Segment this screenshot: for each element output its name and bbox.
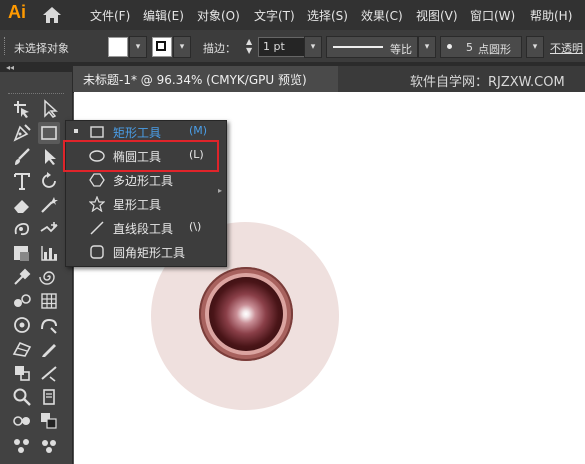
fill-stroke-swap-icon[interactable] <box>11 410 33 432</box>
flyout-shortcut: (M) <box>189 124 208 137</box>
flyout-item-rounded-rectangle[interactable]: 圆角矩形工具 <box>65 240 225 263</box>
menu-help[interactable]: 帮助(H) <box>530 7 572 24</box>
selection-status: 未选择对象 <box>14 42 69 55</box>
eyedropper-tool-icon[interactable] <box>11 266 33 288</box>
menu-file[interactable]: 文件(F) <box>90 7 130 24</box>
stroke-weight-field[interactable]: 1 pt <box>258 37 306 57</box>
opacity-label[interactable]: 不透明 <box>550 40 583 56</box>
polygon-icon <box>89 172 105 188</box>
flyout-item-line-segment[interactable]: 直线段工具 (\) <box>65 216 225 239</box>
menu-view[interactable]: 视图(V) <box>416 7 458 24</box>
home-icon[interactable] <box>42 6 62 27</box>
control-bar-grip[interactable] <box>4 37 9 55</box>
active-tool-marker-icon <box>74 129 78 133</box>
rectangle-icon <box>89 124 105 140</box>
stroke-weight-chevron-icon[interactable]: ▾ <box>304 36 322 58</box>
gradient-eye-circle[interactable] <box>209 277 283 351</box>
artboard-tool-icon[interactable] <box>11 98 33 120</box>
stroke-stepper-icon[interactable]: ▲ ▼ <box>246 37 256 55</box>
screen-mode-icon[interactable] <box>38 434 60 456</box>
highlight-box <box>63 140 219 172</box>
flyout-label: 直线段工具 <box>113 222 174 236</box>
draw-mode-icon[interactable] <box>11 434 33 456</box>
selection-tool-icon[interactable] <box>38 146 60 168</box>
fill-dropdown-chevron-icon[interactable]: ▾ <box>129 36 147 58</box>
twirl-tool-icon[interactable] <box>38 266 60 288</box>
blend-tool-icon[interactable] <box>11 290 33 312</box>
stroke-dropdown-chevron-icon[interactable]: ▾ <box>173 36 191 58</box>
menu-effect[interactable]: 效果(C) <box>361 7 403 24</box>
rounded-rectangle-icon <box>89 244 105 260</box>
menu-bar: Ai 文件(F) 编辑(E) 对象(O) 文字(T) 选择(S) 效果(C) 视… <box>0 0 585 30</box>
profile-label: 等比 <box>390 43 412 56</box>
live-paint-selection-icon[interactable] <box>38 314 60 336</box>
document-tab-title[interactable]: 未标题-1* @ 96.34% (CMYK/GPU 预览) <box>83 71 307 88</box>
toolbar-grip[interactable] <box>8 93 64 96</box>
flyout-label: 多边形工具 <box>113 174 174 188</box>
brush-count: 5 <box>466 41 473 54</box>
flyout-item-star[interactable]: 星形工具 <box>65 192 225 215</box>
line-segment-icon <box>89 220 105 236</box>
slice-tool-icon[interactable] <box>11 362 33 384</box>
default-colors-icon[interactable] <box>38 410 60 432</box>
rotate-tool-icon[interactable] <box>38 170 60 192</box>
collapse-panel-icon[interactable]: ◂◂ <box>6 63 14 72</box>
pen-tool-icon[interactable] <box>11 122 33 144</box>
graph-tool-icon[interactable] <box>38 242 60 264</box>
menu-object[interactable]: 对象(O) <box>197 7 240 24</box>
brush-chevron-icon[interactable]: ▾ <box>526 36 544 58</box>
app-logo: Ai <box>8 2 26 22</box>
print-tiling-tool-icon[interactable] <box>38 386 60 408</box>
fill-swatch[interactable] <box>108 37 128 57</box>
star-icon <box>88 195 106 213</box>
perspective-grid-tool-icon[interactable] <box>11 338 33 360</box>
menu-select[interactable]: 选择(S) <box>307 7 348 24</box>
profile-chevron-icon[interactable]: ▾ <box>418 36 436 58</box>
flyout-label: 圆角矩形工具 <box>113 246 186 260</box>
warp-tool-icon[interactable] <box>11 218 33 240</box>
symbol-sprayer-tool-icon[interactable] <box>11 314 33 336</box>
magic-wand-tool-icon[interactable] <box>38 194 60 216</box>
eraser-tool-icon[interactable] <box>11 194 33 216</box>
mesh-tool-icon[interactable] <box>38 290 60 312</box>
stroke-label: 描边： <box>203 42 236 55</box>
stroke-swatch[interactable] <box>152 37 172 57</box>
paintbrush-tool-icon[interactable] <box>11 146 33 168</box>
zoom-tool-icon[interactable] <box>11 386 33 408</box>
flyout-label: 星形工具 <box>113 198 162 212</box>
free-transform-tool-icon[interactable] <box>38 218 60 240</box>
pencil-tool-icon[interactable] <box>38 338 60 360</box>
rectangle-tool-icon[interactable] <box>38 122 60 144</box>
brush-label: 点圆形 <box>478 43 511 56</box>
type-tool-icon[interactable] <box>11 170 33 192</box>
menu-edit[interactable]: 编辑(E) <box>143 7 184 24</box>
shape-builder-tool-icon[interactable] <box>11 242 33 264</box>
direct-selection-tool-icon[interactable] <box>38 98 60 120</box>
width-tool-icon[interactable] <box>38 362 60 384</box>
menu-window[interactable]: 窗口(W) <box>470 7 515 24</box>
watermark-text: 软件自学网：RJZXW.COM <box>410 75 565 90</box>
flyout-label: 矩形工具 <box>113 126 162 140</box>
brush-dot-icon <box>447 44 452 49</box>
flyout-shortcut: (\) <box>189 220 202 233</box>
menu-type[interactable]: 文字(T) <box>254 7 295 24</box>
